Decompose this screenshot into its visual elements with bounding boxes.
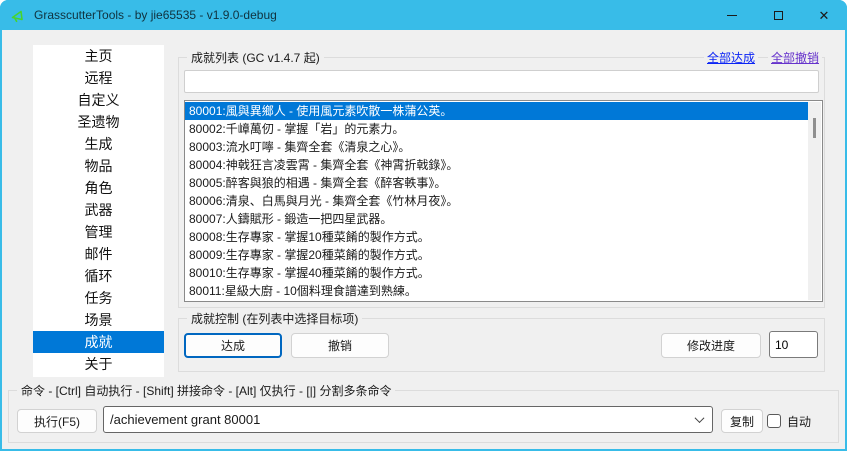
- chevron-down-icon[interactable]: [686, 416, 712, 423]
- achievement-row[interactable]: 80009:生存專家 - 掌握20種菜餚的製作方式。: [185, 246, 808, 264]
- sidebar-item[interactable]: 管理: [33, 221, 164, 243]
- sidebar-item[interactable]: 圣遗物: [33, 111, 164, 133]
- sidebar-item[interactable]: 任务: [33, 287, 164, 309]
- sidebar-item[interactable]: 成就: [33, 331, 164, 353]
- achievement-list-group: 成就列表 (GC v1.4.7 起) 全部达成 全部撤销 80001:風與異鄉人…: [178, 57, 825, 308]
- achievement-control-group-title: 成就控制 (在列表中选择目标项): [187, 310, 362, 327]
- achievement-row[interactable]: 80002:千嶂萬仞 - 掌握「岩」的元素力。: [185, 120, 808, 138]
- maximize-icon: [774, 11, 783, 20]
- command-text[interactable]: /achievement grant 80001: [104, 412, 686, 427]
- sidebar-item[interactable]: 自定义: [33, 89, 164, 111]
- sidebar-item[interactable]: 武器: [33, 199, 164, 221]
- revoke-all-link[interactable]: 全部撤销: [768, 49, 822, 66]
- app-body: 主页远程自定义圣遗物生成物品角色武器管理邮件循环任务场景成就关于 成就列表 (G…: [2, 30, 845, 449]
- progress-spinner: ▲ ▼: [769, 331, 818, 358]
- sidebar-item[interactable]: 物品: [33, 155, 164, 177]
- close-button[interactable]: ✕: [801, 0, 847, 30]
- achievement-row[interactable]: 80003:流水叮嚀 - 集齊全套《清泉之心》。: [185, 138, 808, 156]
- achievement-row[interactable]: 80001:風與異鄉人 - 使用風元素吹散一株蒲公英。: [185, 102, 808, 120]
- run-command-button[interactable]: 执行(F5): [17, 409, 97, 433]
- achievement-control-group: 成就控制 (在列表中选择目标项) 达成 撤销 修改进度 ▲ ▼: [178, 318, 825, 372]
- achievement-row[interactable]: 80005:醉客與狼的相遇 - 集齊全套《醉客軼事》。: [185, 174, 808, 192]
- achievement-row[interactable]: 80008:生存專家 - 掌握10種菜餚的製作方式。: [185, 228, 808, 246]
- achievement-row[interactable]: 80010:生存專家 - 掌握40種菜餚的製作方式。: [185, 264, 808, 282]
- sidebar-nav: 主页远程自定义圣遗物生成物品角色武器管理邮件循环任务场景成就关于: [33, 45, 164, 377]
- sidebar-item[interactable]: 远程: [33, 67, 164, 89]
- achievement-listbox: 80001:風與異鄉人 - 使用風元素吹散一株蒲公英。80002:千嶂萬仞 - …: [184, 100, 823, 302]
- revoke-button[interactable]: 撤销: [291, 333, 389, 358]
- sidebar-item[interactable]: 场景: [33, 309, 164, 331]
- achievement-row[interactable]: 80007:人鑄賦形 - 鍛造一把四星武器。: [185, 210, 808, 228]
- grant-all-link[interactable]: 全部达成: [704, 49, 758, 66]
- auto-checkbox-label: 自动: [787, 413, 811, 430]
- maximize-button[interactable]: [755, 0, 801, 30]
- sidebar-item[interactable]: 生成: [33, 133, 164, 155]
- achievement-row[interactable]: 80004:神戟狂言凌雲霄 - 集齊全套《神霄折戟錄》。: [185, 156, 808, 174]
- achievement-list-scrollbar[interactable]: [808, 102, 821, 300]
- sidebar-item[interactable]: 角色: [33, 177, 164, 199]
- achievement-search-input[interactable]: [184, 70, 819, 93]
- command-group-title: 命令 - [Ctrl] 自动执行 - [Shift] 拼接命令 - [Alt] …: [17, 382, 395, 399]
- command-group: 命令 - [Ctrl] 自动执行 - [Shift] 拼接命令 - [Alt] …: [8, 390, 839, 443]
- auto-checkbox-wrap: 自动: [767, 409, 811, 433]
- sidebar-item[interactable]: 循环: [33, 265, 164, 287]
- sidebar-item[interactable]: 主页: [33, 45, 164, 67]
- auto-checkbox[interactable]: [767, 414, 781, 428]
- achievement-row[interactable]: 80006:清泉、白馬與月光 - 集齊全套《竹林月夜》。: [185, 192, 808, 210]
- app-icon: [10, 7, 26, 23]
- app-window: GrasscutterTools - by jie65535 - v1.9.0-…: [0, 0, 847, 451]
- progress-value-input[interactable]: [770, 332, 847, 357]
- grant-button[interactable]: 达成: [184, 333, 282, 358]
- achievement-rows: 80001:風與異鄉人 - 使用風元素吹散一株蒲公英。80002:千嶂萬仞 - …: [185, 102, 808, 300]
- titlebar: GrasscutterTools - by jie65535 - v1.9.0-…: [0, 0, 847, 30]
- sidebar-item[interactable]: 邮件: [33, 243, 164, 265]
- achievement-row[interactable]: 80011:星級大廚 - 10個料理食譜達到熟練。: [185, 282, 808, 300]
- minimize-button[interactable]: [709, 0, 755, 30]
- minimize-icon: [727, 15, 737, 16]
- copy-button[interactable]: 复制: [721, 409, 763, 433]
- window-title: GrasscutterTools - by jie65535 - v1.9.0-…: [34, 8, 277, 22]
- close-icon: ✕: [819, 9, 830, 22]
- sidebar-item[interactable]: 关于: [33, 353, 164, 375]
- achievement-list-group-title: 成就列表 (GC v1.4.7 起): [187, 49, 324, 66]
- set-progress-button[interactable]: 修改进度: [661, 333, 761, 358]
- command-combobox[interactable]: /achievement grant 80001: [103, 406, 713, 433]
- scrollbar-thumb[interactable]: [813, 118, 816, 138]
